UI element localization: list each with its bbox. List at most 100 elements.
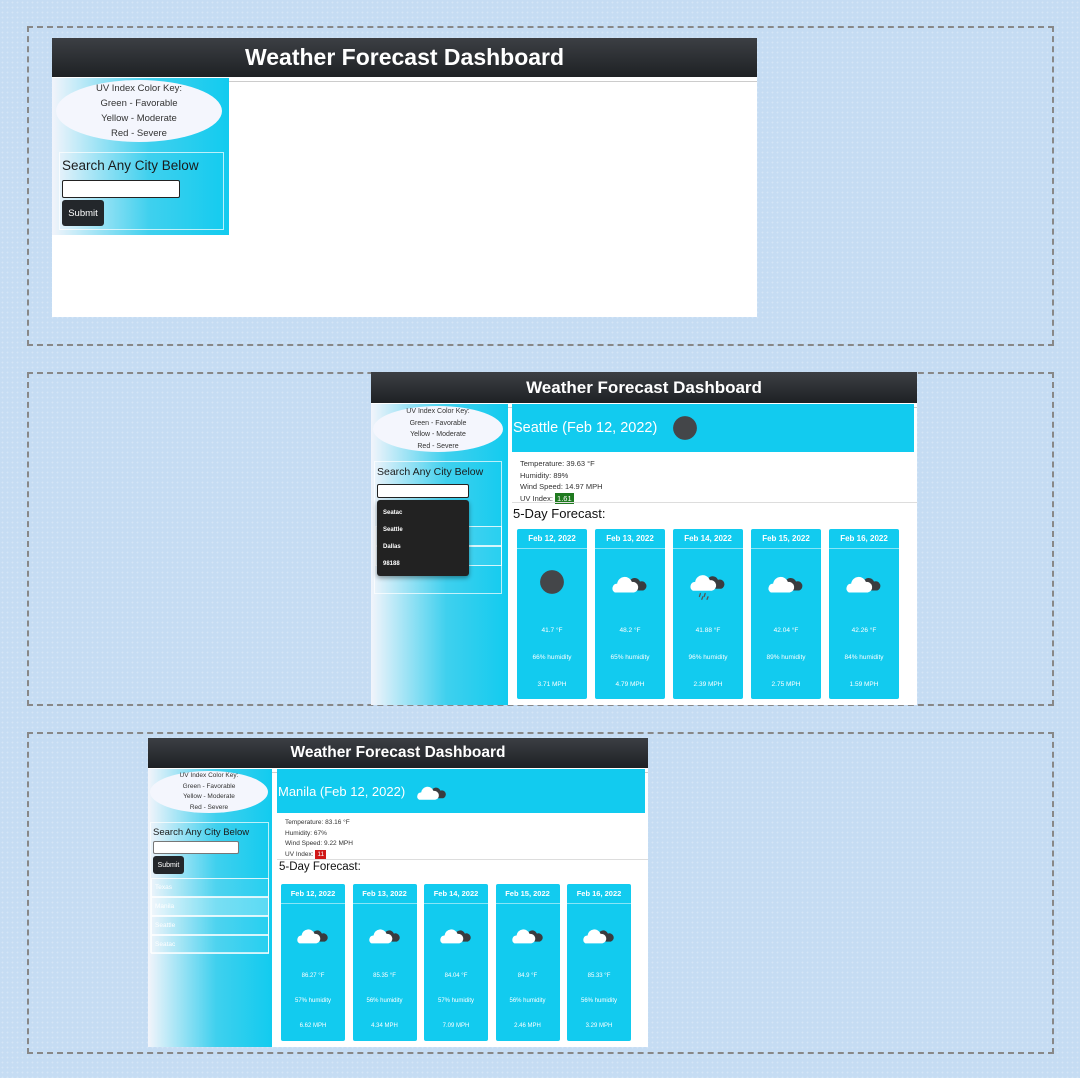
uv-color-key: UV Index Color Key: Green - Favorable Ye… — [150, 771, 268, 813]
uv-color-key: UV Index Color Key: Green - Favorable Ye… — [56, 80, 222, 142]
search-input[interactable] — [377, 484, 469, 498]
cloud-icon — [845, 569, 883, 595]
current-details: Temperature: 83.16 °F Humidity: 67% Wind… — [285, 818, 353, 860]
search-label: Search Any City Below — [62, 158, 199, 173]
search-box: Search Any City Below Submit — [59, 152, 224, 230]
forecast-card: Feb 12, 2022 86.27 °F 57% humidity 6.62 MPH — [281, 884, 345, 1041]
forecast-temperature: 41.88 °F — [695, 627, 721, 634]
submit-button[interactable]: Submit — [62, 200, 104, 226]
app-window-initial: Weather Forecast Dashboard UV Index Colo… — [52, 38, 757, 317]
app-window-seattle: Weather Forecast Dashboard UV Index Colo… — [371, 372, 917, 705]
uv-key-green: Green - Favorable — [100, 98, 178, 109]
forecast-temperature: 85.33 °F — [587, 973, 611, 979]
autocomplete-option[interactable]: 98188 — [377, 555, 469, 572]
search-input[interactable] — [62, 180, 180, 198]
search-label: Search Any City Below — [153, 827, 250, 838]
forecast-date: Feb 16, 2022 — [829, 529, 899, 549]
forecast-wind: 3.29 MPH — [585, 1023, 613, 1029]
forecast-title: 5-Day Forecast: — [279, 861, 361, 873]
forecast-temperature: 85.35 °F — [373, 973, 396, 979]
forecast-temperature: 42.04 °F — [773, 627, 799, 634]
forecast-humidity: 65% humidity — [610, 654, 650, 661]
forecast-wind: 6.62 MPH — [299, 1023, 327, 1029]
divider — [277, 859, 648, 860]
sidebar: UV Index Color Key: Green - Favorable Ye… — [371, 404, 508, 705]
forecast-humidity: 57% humidity — [294, 998, 332, 1004]
autocomplete-option[interactable]: Seattle — [377, 521, 469, 538]
forecast-temperature: 86.27 °F — [301, 973, 325, 979]
forecast-wind: 4.34 MPH — [371, 1023, 398, 1029]
forecast-wind: 3.71 MPH — [537, 681, 567, 688]
forecast-card: Feb 14, 2022 84.04 °F 57% humidity 7.09 MPH — [424, 884, 488, 1041]
forecast-humidity: 89% humidity — [766, 654, 806, 661]
current-temperature: Temperature: 83.16 °F — [285, 819, 350, 826]
app-header: Weather Forecast Dashboard — [52, 38, 757, 82]
forecast-card: Feb 16, 2022 42.26 °F 84% humidity 1.59 MPH — [829, 529, 899, 699]
forecast-title: 5-Day Forecast: — [513, 506, 606, 521]
forecast-card: Feb 15, 2022 84.9 °F 56% humidity 2.46 MPH — [495, 884, 560, 1041]
forecast-wind: 7.09 MPH — [442, 1023, 470, 1029]
cloud-icon — [582, 922, 616, 946]
uv-key-title: UV Index Color Key: — [406, 408, 470, 415]
history-item[interactable]: Seatac — [151, 935, 269, 954]
current-humidity: Humidity: 67% — [285, 829, 327, 837]
autocomplete-option[interactable]: Seatac — [377, 504, 469, 521]
sidebar: UV Index Color Key: Green - Favorable Ye… — [148, 769, 272, 1047]
moon-icon — [672, 415, 698, 441]
page-title: Weather Forecast Dashboard — [290, 744, 506, 761]
forecast-date: Feb 13, 2022 — [352, 884, 417, 904]
forecast-wind: 2.39 MPH — [693, 681, 723, 688]
forecast-card: Feb 13, 2022 85.35 °F 56% humidity 4.34 MPH — [352, 884, 417, 1041]
current-weather-banner: Seattle (Feb 12, 2022) — [512, 404, 914, 452]
uv-key-title: UV Index Color Key: — [179, 772, 239, 779]
cloud-icon — [611, 569, 649, 595]
history-item[interactable]: Manila — [151, 897, 269, 916]
cloud-icon — [296, 922, 330, 946]
forecast-date: Feb 12, 2022 — [281, 884, 345, 904]
forecast-humidity: 96% humidity — [688, 654, 728, 661]
forecast-date: Feb 15, 2022 — [495, 884, 560, 904]
forecast-date: Feb 12, 2022 — [517, 529, 587, 549]
autocomplete-option[interactable]: Dallas — [377, 538, 469, 555]
current-details: Temperature: 39.63 °F Humidity: 89% Wind… — [520, 458, 603, 504]
page-title: Weather Forecast Dashboard — [526, 377, 762, 397]
sidebar: UV Index Color Key: Green - Favorable Ye… — [52, 78, 229, 235]
forecast-card: Feb 14, 2022 41.88 °F 96% humidity 2.39 MPH — [673, 529, 743, 699]
current-city-heading: Manila (Feb 12, 2022) — [278, 783, 406, 799]
forecast-temperature: 48.2 °F — [619, 627, 641, 634]
forecast-card: Feb 16, 2022 85.33 °F 56% humidity 3.29 MPH — [567, 884, 631, 1041]
uv-color-key: UV Index Color Key: Green - Favorable Ye… — [373, 406, 503, 452]
uv-key-yellow: Yellow - Moderate — [183, 793, 235, 800]
current-humidity: Humidity: 89% — [520, 470, 569, 480]
app-window-manila: Weather Forecast Dashboard UV Index Colo… — [148, 738, 648, 1047]
cloud-icon — [416, 779, 448, 803]
forecast-date: Feb 16, 2022 — [567, 884, 631, 904]
app-header: Weather Forecast Dashboard — [371, 372, 917, 408]
cloud-icon — [511, 922, 545, 946]
current-city-heading: Seattle (Feb 12, 2022) — [513, 420, 658, 436]
history-item[interactable]: Seattle — [151, 916, 269, 935]
cloud-icon — [368, 922, 402, 946]
forecast-temperature: 41.7 °F — [541, 627, 563, 634]
forecast-humidity: 84% humidity — [844, 654, 884, 661]
search-label: Search Any City Below — [377, 466, 484, 478]
moon-icon — [539, 569, 565, 595]
search-box: Search Any City Below Submit Texas Manil… — [150, 822, 269, 954]
forecast-humidity: 66% humidity — [532, 654, 572, 661]
forecast-card: Feb 13, 2022 48.2 °F 65% humidity 4.79 MPH — [595, 529, 665, 699]
forecast-date: Feb 14, 2022 — [424, 884, 488, 904]
forecast-humidity: 56% humidity — [580, 998, 618, 1004]
search-input[interactable] — [153, 841, 239, 854]
current-weather-banner: Manila (Feb 12, 2022) — [277, 769, 645, 813]
autocomplete-dropdown: Seatac Seattle Dallas 98188 — [377, 500, 469, 576]
forecast-wind: 4.79 MPH — [615, 681, 645, 688]
forecast-card: Feb 12, 2022 41.7 °F 66% humidity 3.71 MPH — [517, 529, 587, 699]
submit-button[interactable]: Submit — [153, 856, 184, 874]
forecast-wind: 2.75 MPH — [771, 681, 801, 688]
forecast-humidity: 57% humidity — [437, 998, 475, 1004]
forecast-humidity: 56% humidity — [509, 998, 546, 1004]
current-temperature: Temperature: 39.63 °F — [520, 459, 595, 468]
uv-key-red: Red - Severe — [417, 442, 459, 450]
forecast-temperature: 84.9 °F — [517, 973, 538, 979]
history-item[interactable]: Texas — [151, 878, 269, 897]
